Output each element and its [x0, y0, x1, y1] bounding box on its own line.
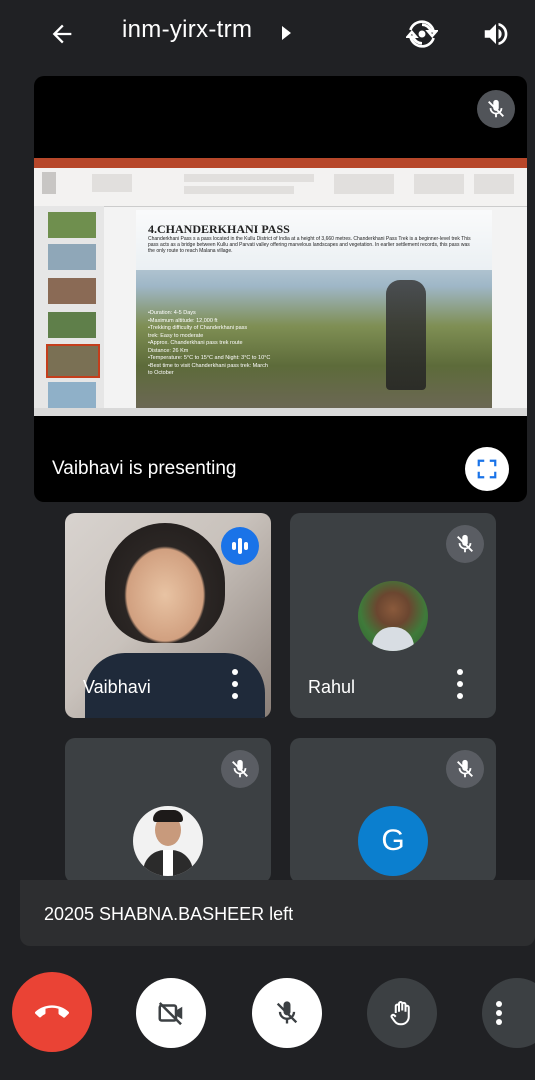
notification-text: 20205 SHABNA.BASHEER left	[44, 904, 294, 924]
speaking-indicator-icon	[221, 527, 259, 565]
participant-video	[105, 523, 225, 643]
switch-camera-icon[interactable]	[400, 12, 444, 56]
more-options-icon[interactable]	[231, 669, 239, 699]
more-vert-icon	[495, 1001, 503, 1025]
participant-name: Vaibhavi	[83, 677, 151, 697]
speaker-icon[interactable]	[474, 12, 518, 56]
shared-screen: 4.CHANDERKHANI PASS Chanderkhani Pass s …	[34, 158, 527, 416]
back-arrow-icon[interactable]	[40, 12, 84, 56]
raise-hand-button[interactable]	[367, 978, 437, 1048]
ribbon-toolbar	[34, 168, 527, 207]
mic-off-icon	[446, 750, 484, 788]
avatar	[358, 581, 428, 651]
top-bar: inm-yirx-trm	[0, 0, 535, 70]
mic-off-icon	[477, 90, 515, 128]
hang-up-icon	[35, 1005, 69, 1018]
camera-toggle-button[interactable]	[136, 978, 206, 1048]
caret-right-icon[interactable]	[276, 20, 296, 46]
fullscreen-icon	[477, 459, 497, 479]
selected-slide-thumbnail[interactable]	[46, 344, 100, 378]
video-off-icon	[158, 1002, 183, 1026]
slide-paragraph: Chanderkhani Pass s a pass located in th…	[148, 236, 471, 254]
hiker-figure	[386, 280, 426, 390]
participant-tile-4[interactable]: G	[290, 738, 496, 883]
participant-tile-rahul[interactable]: Rahul	[290, 513, 496, 718]
raise-hand-icon	[390, 1001, 410, 1026]
mic-off-icon	[446, 525, 484, 563]
presentation-tile[interactable]: 4.CHANDERKHANI PASS Chanderkhani Pass s …	[34, 76, 527, 502]
app-titlebar	[34, 158, 527, 168]
end-call-button[interactable]	[12, 972, 92, 1052]
slide: 4.CHANDERKHANI PASS Chanderkhani Pass s …	[136, 210, 492, 410]
notification-bar: 20205 SHABNA.BASHEER left	[20, 880, 535, 946]
presenter-label: Vaibhavi is presenting	[52, 458, 237, 479]
fullscreen-button[interactable]	[465, 447, 509, 491]
slide-title: 4.CHANDERKHANI PASS	[148, 222, 290, 236]
initial-avatar: G	[358, 806, 428, 876]
status-bar	[34, 408, 527, 416]
mic-toggle-button[interactable]	[252, 978, 322, 1048]
more-options-button[interactable]	[482, 978, 535, 1048]
meeting-code[interactable]: inm-yirx-trm	[122, 16, 252, 44]
participant-name: Rahul	[308, 677, 356, 697]
mic-off-icon	[221, 750, 259, 788]
avatar	[133, 806, 203, 876]
slide-thumbnail-panel[interactable]	[34, 206, 104, 416]
mic-off-icon	[276, 1001, 298, 1024]
slide-bullets: •Duration: 4-5 Days •Maximum altitude: 1…	[148, 310, 271, 376]
participant-tile-vaibhavi[interactable]: Vaibhavi	[65, 513, 271, 718]
more-options-icon[interactable]	[456, 669, 464, 699]
participant-tile-3[interactable]	[65, 738, 271, 883]
